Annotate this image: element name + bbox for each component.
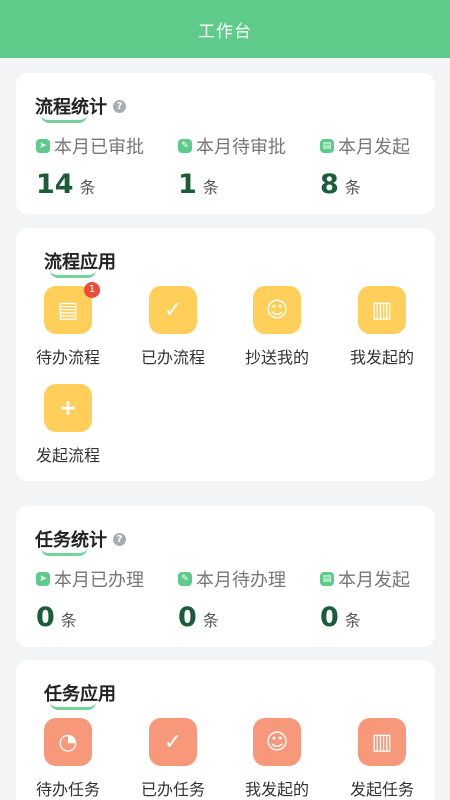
app-my-task[interactable]: ☺ 我发起的 xyxy=(232,718,322,800)
done-doc-icon: ✓ xyxy=(163,297,183,323)
app-cc-me[interactable]: ☺ 抄送我的 xyxy=(232,286,322,368)
stat-value: 8 xyxy=(320,169,339,200)
process-apps-title: 流程应用 xyxy=(44,248,116,278)
stat-value: 0 xyxy=(320,602,339,633)
stat-handled: ➤ 本月已办理 0条 xyxy=(36,570,144,633)
process-apps-card: 流程应用 ▤ 1 待办流程 ✓ 已办流程 ☺ 抄送我的 ▥ 我发起的 + 发起流程 xyxy=(16,228,435,481)
process-stats-title: 流程统计 xyxy=(35,93,107,123)
task-apps-card: 任务应用 ◔ 待办任务 ✓ 已办任务 ☺ 我发起的 ▥ 发起任务 xyxy=(16,660,435,800)
app-done-process[interactable]: ✓ 已办流程 xyxy=(128,286,218,368)
help-icon[interactable]: ? xyxy=(113,99,126,113)
app-done-task[interactable]: ✓ 已办任务 xyxy=(128,718,218,800)
stat-value: 0 xyxy=(178,602,197,633)
app-pending-task[interactable]: ◔ 待办任务 xyxy=(23,718,113,800)
header-bar: 工作台 xyxy=(0,0,450,58)
my-doc-icon: ▥ xyxy=(371,297,393,323)
task-stats-card: 任务统计 ? ➤ 本月已办理 0条 ✎ 本月待办理 0条 ▤ 本月发起 0条 xyxy=(16,506,435,647)
stat-value: 0 xyxy=(36,602,55,633)
page-title: 工作台 xyxy=(198,21,252,42)
send-icon: ➤ xyxy=(36,572,50,586)
add-task-icon: ▥ xyxy=(371,729,393,755)
task-stats-title: 任务统计 xyxy=(35,526,107,556)
stat-value: 1 xyxy=(178,169,197,200)
done-task-icon: ✓ xyxy=(163,729,183,755)
edit-icon: ✎ xyxy=(178,572,192,586)
stat-task-initiated: ▤ 本月发起 0条 xyxy=(320,570,410,633)
app-my-initiated[interactable]: ▥ 我发起的 xyxy=(337,286,427,368)
my-task-icon: ☺ xyxy=(265,729,289,755)
edit-icon: ✎ xyxy=(178,139,192,153)
stat-initiated: ▤ 本月发起 8条 xyxy=(320,137,410,200)
doc-icon: ▤ xyxy=(320,572,334,586)
notification-badge: 1 xyxy=(84,282,100,298)
app-pending-process[interactable]: ▤ 1 待办流程 xyxy=(23,282,113,368)
add-doc-icon: + xyxy=(58,395,78,421)
pending-task-icon: ◔ xyxy=(58,729,78,755)
app-start-task[interactable]: ▥ 发起任务 xyxy=(337,718,427,800)
stat-approved: ➤ 本月已审批 14 条 xyxy=(36,137,144,200)
cc-user-icon: ☺ xyxy=(265,297,289,323)
send-icon: ➤ xyxy=(36,139,50,153)
stat-pending-approval: ✎ 本月待审批 1条 xyxy=(178,137,286,200)
stat-value: 14 xyxy=(36,169,74,200)
pending-doc-icon: ▤ xyxy=(57,297,79,323)
stat-pending-handle: ✎ 本月待办理 0条 xyxy=(178,570,286,633)
help-icon[interactable]: ? xyxy=(113,532,126,546)
doc-icon: ▤ xyxy=(320,139,334,153)
process-stats-card: 流程统计 ? ➤ 本月已审批 14 条 ✎ 本月待审批 1条 ▤ 本月发起 8条 xyxy=(16,73,435,214)
app-start-process[interactable]: + 发起流程 xyxy=(23,384,113,466)
task-apps-title: 任务应用 xyxy=(44,680,116,710)
